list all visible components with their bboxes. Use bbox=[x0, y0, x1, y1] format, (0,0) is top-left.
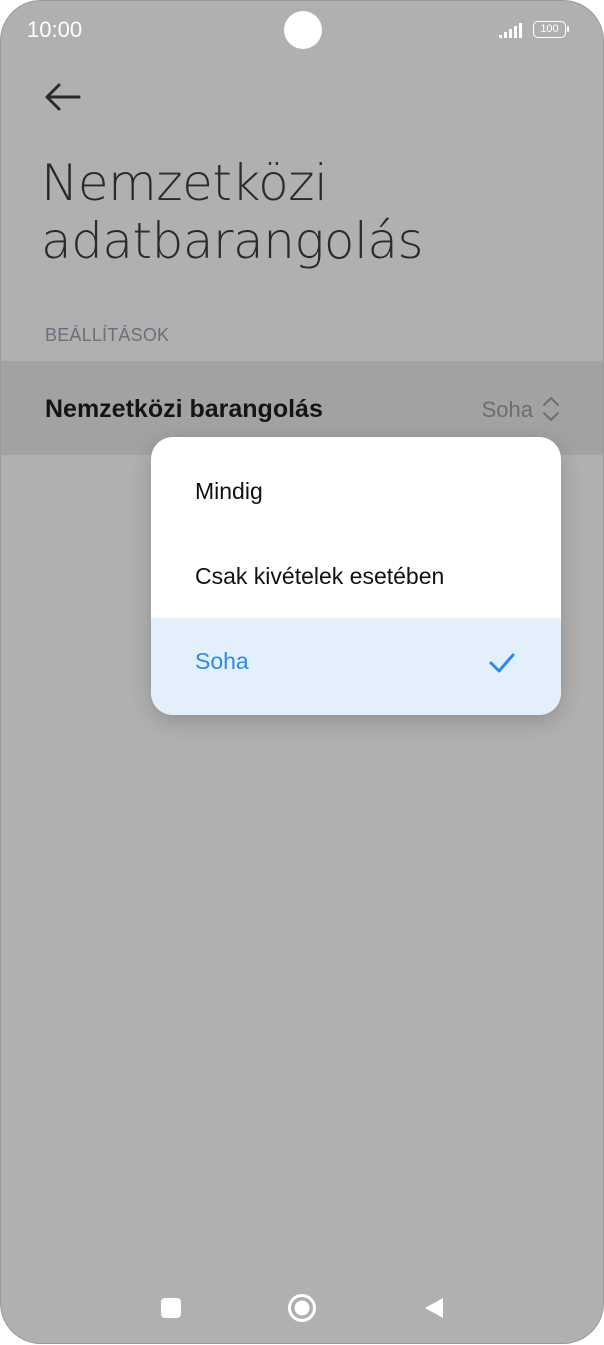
option-label: Mindig bbox=[195, 478, 263, 504]
arrow-left-icon[interactable] bbox=[41, 77, 85, 117]
setting-value: Soha bbox=[481, 397, 533, 422]
option-label: Csak kivételek esetében bbox=[195, 563, 445, 589]
option-never[interactable]: Soha bbox=[151, 618, 561, 715]
home-circle-icon[interactable] bbox=[287, 1293, 317, 1323]
checkmark-icon bbox=[489, 653, 515, 673]
option-always[interactable]: Mindig bbox=[151, 450, 561, 535]
battery-icon: 100 bbox=[533, 21, 569, 38]
option-label: Soha bbox=[195, 648, 249, 674]
section-label: BEÁLLÍTÁSOK bbox=[45, 325, 170, 345]
roaming-options-dropdown: Mindig Csak kivételek esetében Soha bbox=[151, 437, 561, 715]
signal-icon bbox=[499, 23, 522, 38]
setting-title: Nemzetközi barangolás bbox=[45, 395, 323, 423]
phone-screen: 10:00 100 Nemzetközi adatbarangolás BEÁL… bbox=[1, 1, 603, 1343]
recents-square-icon[interactable] bbox=[161, 1298, 181, 1318]
back-triangle-icon[interactable] bbox=[423, 1296, 445, 1320]
page-title: Nemzetközi adatbarangolás bbox=[41, 154, 424, 270]
option-exceptions-only[interactable]: Csak kivételek esetében bbox=[151, 535, 561, 620]
chevron-up-down-icon bbox=[543, 397, 559, 421]
status-time: 10:00 bbox=[27, 17, 83, 42]
battery-level: 100 bbox=[533, 21, 566, 38]
camera-cutout bbox=[284, 11, 322, 49]
